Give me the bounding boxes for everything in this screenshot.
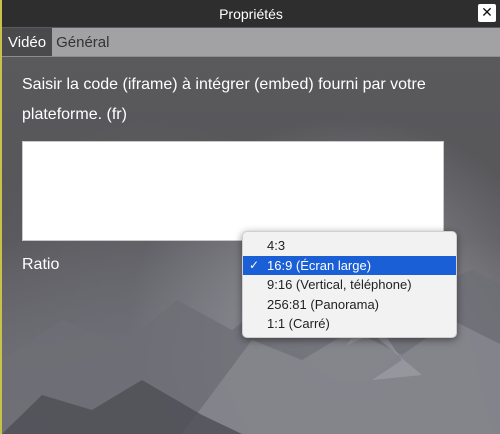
ratio-option-1-1[interactable]: 1:1 (Carré) <box>243 314 456 334</box>
option-label: 16:9 (Écran large) <box>267 257 372 273</box>
ratio-label: Ratio <box>22 256 60 273</box>
option-label: 9:16 (Vertical, téléphone) <box>267 277 412 293</box>
option-label: 4:3 <box>267 238 286 254</box>
ratio-dropdown-menu: 4:3 ✓ 16:9 (Écran large) 9:16 (Vertical,… <box>242 231 457 338</box>
close-icon: ✕ <box>481 5 493 21</box>
properties-dialog: Propriétés ✕ Vidéo Général Saisir la cod… <box>0 0 500 434</box>
window-title: Propriétés <box>219 5 283 22</box>
ratio-option-256-81[interactable]: 256:81 (Panorama) <box>243 295 456 315</box>
tab-video[interactable]: Vidéo <box>2 28 53 56</box>
title-bar: Propriétés ✕ <box>2 0 500 27</box>
tab-general[interactable]: Général <box>52 28 113 56</box>
video-tab-content: Saisir la code (iframe) à intégrer (embe… <box>22 57 482 273</box>
embed-code-field[interactable] <box>22 141 444 241</box>
option-label: 1:1 (Carré) <box>267 316 330 332</box>
close-button[interactable]: ✕ <box>478 4 496 22</box>
ratio-option-9-16[interactable]: 9:16 (Vertical, téléphone) <box>243 275 456 295</box>
tab-bar: Vidéo Général <box>2 28 500 57</box>
embed-instructions: Saisir la code (iframe) à intégrer (embe… <box>22 76 426 123</box>
option-label: 256:81 (Panorama) <box>267 296 380 312</box>
checkmark-icon: ✓ <box>249 258 260 273</box>
ratio-option-16-9[interactable]: ✓ 16:9 (Écran large) <box>243 255 456 275</box>
ratio-option-4-3[interactable]: 4:3 <box>243 236 456 256</box>
